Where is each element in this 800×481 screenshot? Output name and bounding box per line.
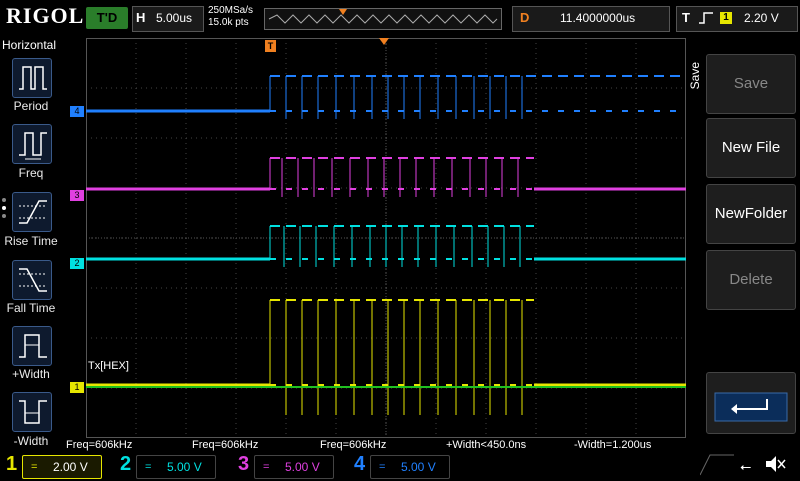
ch1-coupling-icon: = [31,461,38,473]
mute-icon[interactable] [764,454,786,474]
delay-value: 11.4000000us [560,11,636,25]
return-arrow-icon [714,392,788,422]
ch1-neg-width-measurement: -Width=1.200us [574,439,652,451]
menu-title: Horizontal [2,38,57,52]
minus-width-button[interactable] [12,392,52,432]
plus-width-label: +Width [12,367,50,381]
ch2-scale-box[interactable]: = 5.00 V [136,455,216,479]
memory-waveform-icon [268,9,498,24]
rise-time-icon [19,200,47,224]
memory-overview-bar [264,8,502,30]
timebase-value: 5.00us [156,11,193,25]
trigger-level: 2.20 V [744,11,779,25]
freq-label: Freq [18,166,44,180]
trigger-position-marker[interactable]: T [265,40,276,52]
center-marker-icon [379,38,389,45]
fall-time-label: Fall Time [6,301,56,315]
freq-icon [19,132,47,160]
ch4-scale-box[interactable]: = 5.00 V [370,455,450,479]
rigol-logo: RIGOL [6,3,85,28]
ch3-number[interactable]: 3 [238,453,249,476]
ch1-scale-box[interactable]: = 2.00 V [22,455,102,479]
save-button[interactable]: Save [706,54,796,114]
ch4-ground-marker[interactable]: 4 [70,106,84,117]
period-button[interactable] [12,58,52,98]
minus-width-icon [19,400,47,424]
minus-width-label: -Width [13,434,49,448]
ch3-coupling-icon: = [263,461,270,473]
rise-time-label: Rise Time [4,234,58,248]
decode-label: Tx[HEX] [88,360,129,372]
return-button[interactable] [706,372,796,434]
page-dots-icon [2,196,8,226]
ch3-ground-marker[interactable]: 3 [70,190,84,201]
fall-time-icon [19,268,47,292]
ch4-freq-measurement: Freq=606kHz [66,439,133,451]
ch1-scale: 2.00 V [53,460,88,474]
ch3-scale: 5.00 V [285,460,320,474]
plus-width-button[interactable] [12,326,52,366]
ch1-number[interactable]: 1 [6,453,17,476]
ch1-pos-width-measurement: +Width<450.0ns [446,439,527,451]
new-file-button[interactable]: New File [706,118,796,178]
memory-depth: 15.0k pts [208,17,249,28]
trigger-box[interactable] [676,6,798,32]
ch2-freq-measurement: Freq=606kHz [320,439,387,451]
ch2-number[interactable]: 2 [120,453,131,476]
ch4-coupling-icon: = [379,461,386,473]
delete-button[interactable]: Delete [706,250,796,310]
plus-width-icon [19,334,47,358]
ch2-ground-marker[interactable]: 2 [70,258,84,269]
delay-label: D [520,10,530,25]
ch1-ground-marker[interactable]: 1 [70,382,84,393]
fall-time-button[interactable] [12,260,52,300]
timebase-label: H [136,10,146,25]
run-status-badge[interactable]: T'D [86,7,128,29]
ch4-number[interactable]: 4 [354,453,365,476]
waveform-display[interactable] [86,38,686,438]
status-decoration [699,454,734,476]
trigger-label: T [682,10,690,25]
new-folder-button[interactable]: NewFolder [706,184,796,244]
save-menu-title: Save [688,62,702,90]
freq-button[interactable] [12,124,52,164]
rise-time-button[interactable] [12,192,52,232]
ch3-freq-measurement: Freq=606kHz [192,439,259,451]
sample-rate: 250MSa/s [208,5,254,16]
usb-icon: ⭠ [740,458,752,474]
ch2-coupling-icon: = [145,461,152,473]
trigger-source-badge: 1 [720,12,732,24]
ch2-scale: 5.00 V [167,460,202,474]
period-label: Period [13,99,49,113]
period-icon [19,66,47,90]
rising-edge-icon [699,12,713,24]
ch3-scale-box[interactable]: = 5.00 V [254,455,334,479]
ch4-scale: 5.00 V [401,460,436,474]
